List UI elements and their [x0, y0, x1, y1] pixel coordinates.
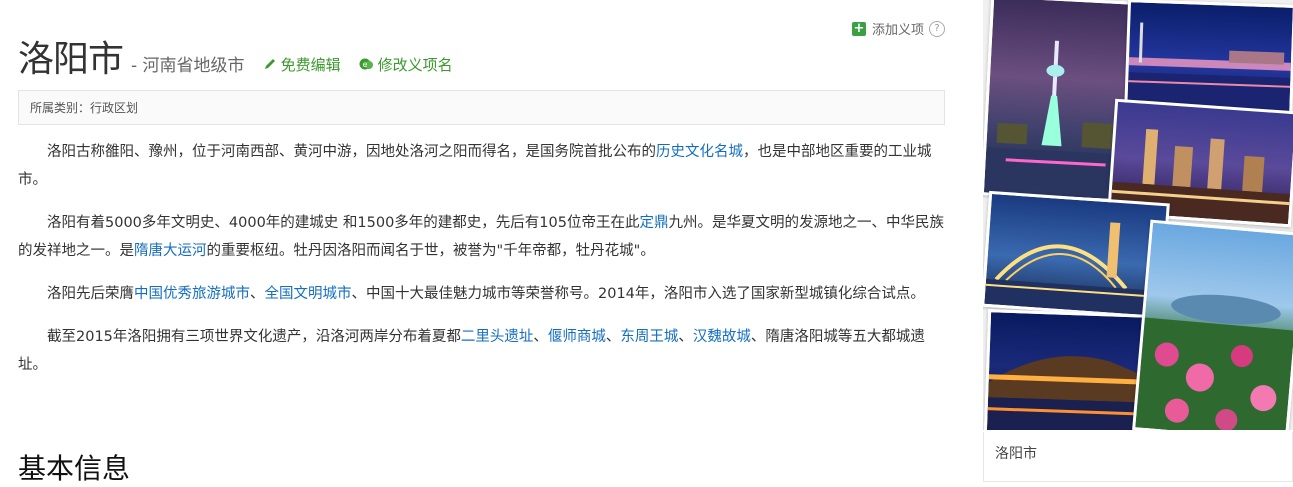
svg-text:e: e — [362, 60, 367, 69]
photo-peony-garden[interactable] — [1132, 219, 1293, 430]
paragraph-text: 、 — [533, 329, 548, 345]
edit-button[interactable]: 免费编辑 — [263, 54, 341, 75]
add-entry-button[interactable]: + 添加义项 ? — [851, 19, 945, 38]
inline-link[interactable]: 定鼎 — [640, 215, 669, 231]
inline-link[interactable]: 中国优秀旅游城市 — [134, 286, 250, 302]
main-content: + 添加义项 ? 洛阳市 - 河南省地级市 免费编辑 e 修改义项名 所属类别：… — [18, 0, 948, 485]
inline-link[interactable]: 全国文明城市 — [265, 286, 352, 302]
album-collage[interactable] — [983, 0, 1293, 430]
paragraph-text: 截至2015年洛阳拥有三项世界文化遗产，沿洛河两岸分布着夏都 — [47, 329, 461, 345]
paragraph-text: 的重要枢纽。牡丹因洛阳而闻名于世，被誉为"千年帝都，牡丹花城"。 — [206, 243, 655, 259]
add-entry-label: 添加义项 — [871, 23, 924, 38]
page-subtitle: - 河南省地级市 — [131, 56, 245, 76]
peony-graphic — [1135, 294, 1293, 430]
paragraph-text: 、 — [678, 329, 693, 345]
summary-paragraphs: 洛阳古称雒阳、豫州，位于河南西部、黄河中游，因地处洛河之阳而得名，是国务院首批公… — [18, 138, 946, 394]
inline-link[interactable]: 汉魏故城 — [693, 329, 751, 345]
photo-hillside-lights[interactable] — [983, 309, 1155, 430]
summary-paragraph: 洛阳古称雒阳、豫州，位于河南西部、黄河中游，因地处洛河之阳而得名，是国务院首批公… — [18, 138, 946, 194]
paragraph-text: 洛阳有着5000多年文明史、4000年的建城史 和1500多年的建都史，先后有1… — [47, 215, 640, 231]
inline-link[interactable]: 二里头遗址 — [461, 329, 534, 345]
arch-bridge-graphic — [984, 222, 1161, 316]
section-title: 基本信息 — [18, 452, 131, 485]
summary-paragraph: 洛阳有着5000多年文明史、4000年的建城史 和1500多年的建都史，先后有1… — [18, 209, 946, 265]
edit-label: 免费编辑 — [280, 55, 341, 74]
photo-arch-bridge[interactable] — [983, 190, 1170, 320]
page-title: 洛阳市 — [18, 39, 124, 80]
summary-paragraph: 洛阳先后荣膺中国优秀旅游城市、全国文明城市、中国十大最佳魅力城市等荣誉称号。20… — [18, 280, 946, 308]
category-box: 所属类别：行政区划 — [18, 90, 945, 125]
pencil-icon — [264, 59, 275, 69]
rename-label: 修改义项名 — [377, 55, 453, 74]
sidebar-album[interactable]: 洛阳市 — [983, 0, 1293, 482]
category-text: 所属类别：行政区划 — [30, 101, 139, 115]
rename-button[interactable]: e 修改义项名 — [359, 54, 453, 75]
inline-link[interactable]: 偃师商城 — [548, 329, 606, 345]
paragraph-text: 、中国十大最佳魅力城市等荣誉称号。2014年，洛阳市入选了国家新型城镇化综合试点… — [351, 286, 925, 302]
hillside-graphic — [986, 356, 1149, 430]
plus-icon: + — [851, 20, 866, 36]
summary-paragraph: 截至2015年洛阳拥有三项世界文化遗产，沿洛河两岸分布着夏都二里头遗址、偃师商城… — [18, 323, 946, 379]
paragraph-text: 、 — [250, 286, 265, 302]
rename-icon: e — [359, 58, 373, 70]
inline-link[interactable]: 历史文化名城 — [656, 144, 743, 160]
title-row: 洛阳市 - 河南省地级市 免费编辑 e 修改义项名 — [18, 30, 453, 82]
inline-link[interactable]: 东周王城 — [620, 329, 678, 345]
paragraph-text: 、 — [605, 329, 621, 345]
album-caption-text: 洛阳市 — [995, 446, 1037, 462]
inline-link[interactable]: 隋唐大运河 — [134, 243, 207, 259]
album-caption[interactable]: 洛阳市 — [983, 432, 1293, 482]
paragraph-text: 洛阳古称雒阳、豫州，位于河南西部、黄河中游，因地处洛河之阳而得名，是国务院首批公… — [47, 144, 656, 160]
paragraph-text: 洛阳先后荣膺 — [47, 286, 134, 302]
help-icon[interactable]: ? — [929, 20, 945, 37]
